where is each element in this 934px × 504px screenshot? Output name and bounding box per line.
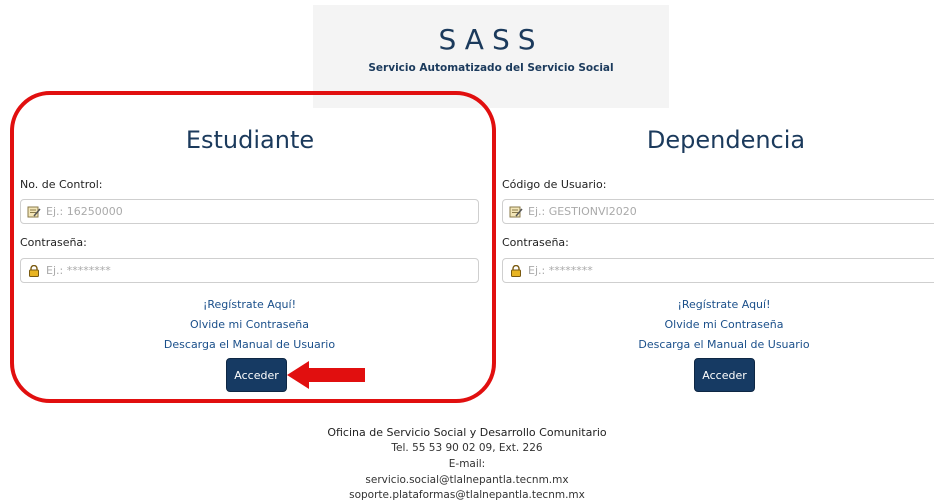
user-code-field[interactable] [502,199,934,224]
dependencia-title: Dependencia [646,126,806,154]
footer-office: Oficina de Servicio Social y Desarrollo … [327,426,607,439]
logo-subtitle: Servicio Automatizado del Servicio Socia… [368,62,614,74]
footer-email-support: soporte.plataformas@tlalnepantla.tecnm.m… [349,489,585,501]
footer-email-label: E-mail: [448,458,486,470]
highlight-outline [10,91,496,403]
user-code-input[interactable] [528,205,934,218]
user-code-label: Código de Usuario: [502,178,607,191]
red-arrow-icon [287,361,365,389]
agency-password-label: Contraseña: [502,236,569,249]
agency-forgot-password-link[interactable]: Olvide mi Contraseña [502,318,934,331]
note-pencil-icon [509,206,523,218]
agency-password-field[interactable] [502,258,934,283]
logo-title: SASS [438,23,544,56]
agency-manual-download-link[interactable]: Descarga el Manual de Usuario [502,338,934,351]
agency-password-input[interactable] [528,264,934,277]
footer-phone: Tel. 55 53 90 02 09, Ext. 226 [391,442,543,454]
lock-icon [509,264,523,277]
agency-submit-button[interactable]: Acceder [694,358,755,392]
agency-register-link[interactable]: ¡Regístrate Aquí! [502,298,934,311]
footer-email-primary: servicio.social@tlalnepantla.tecnm.mx [365,474,569,486]
